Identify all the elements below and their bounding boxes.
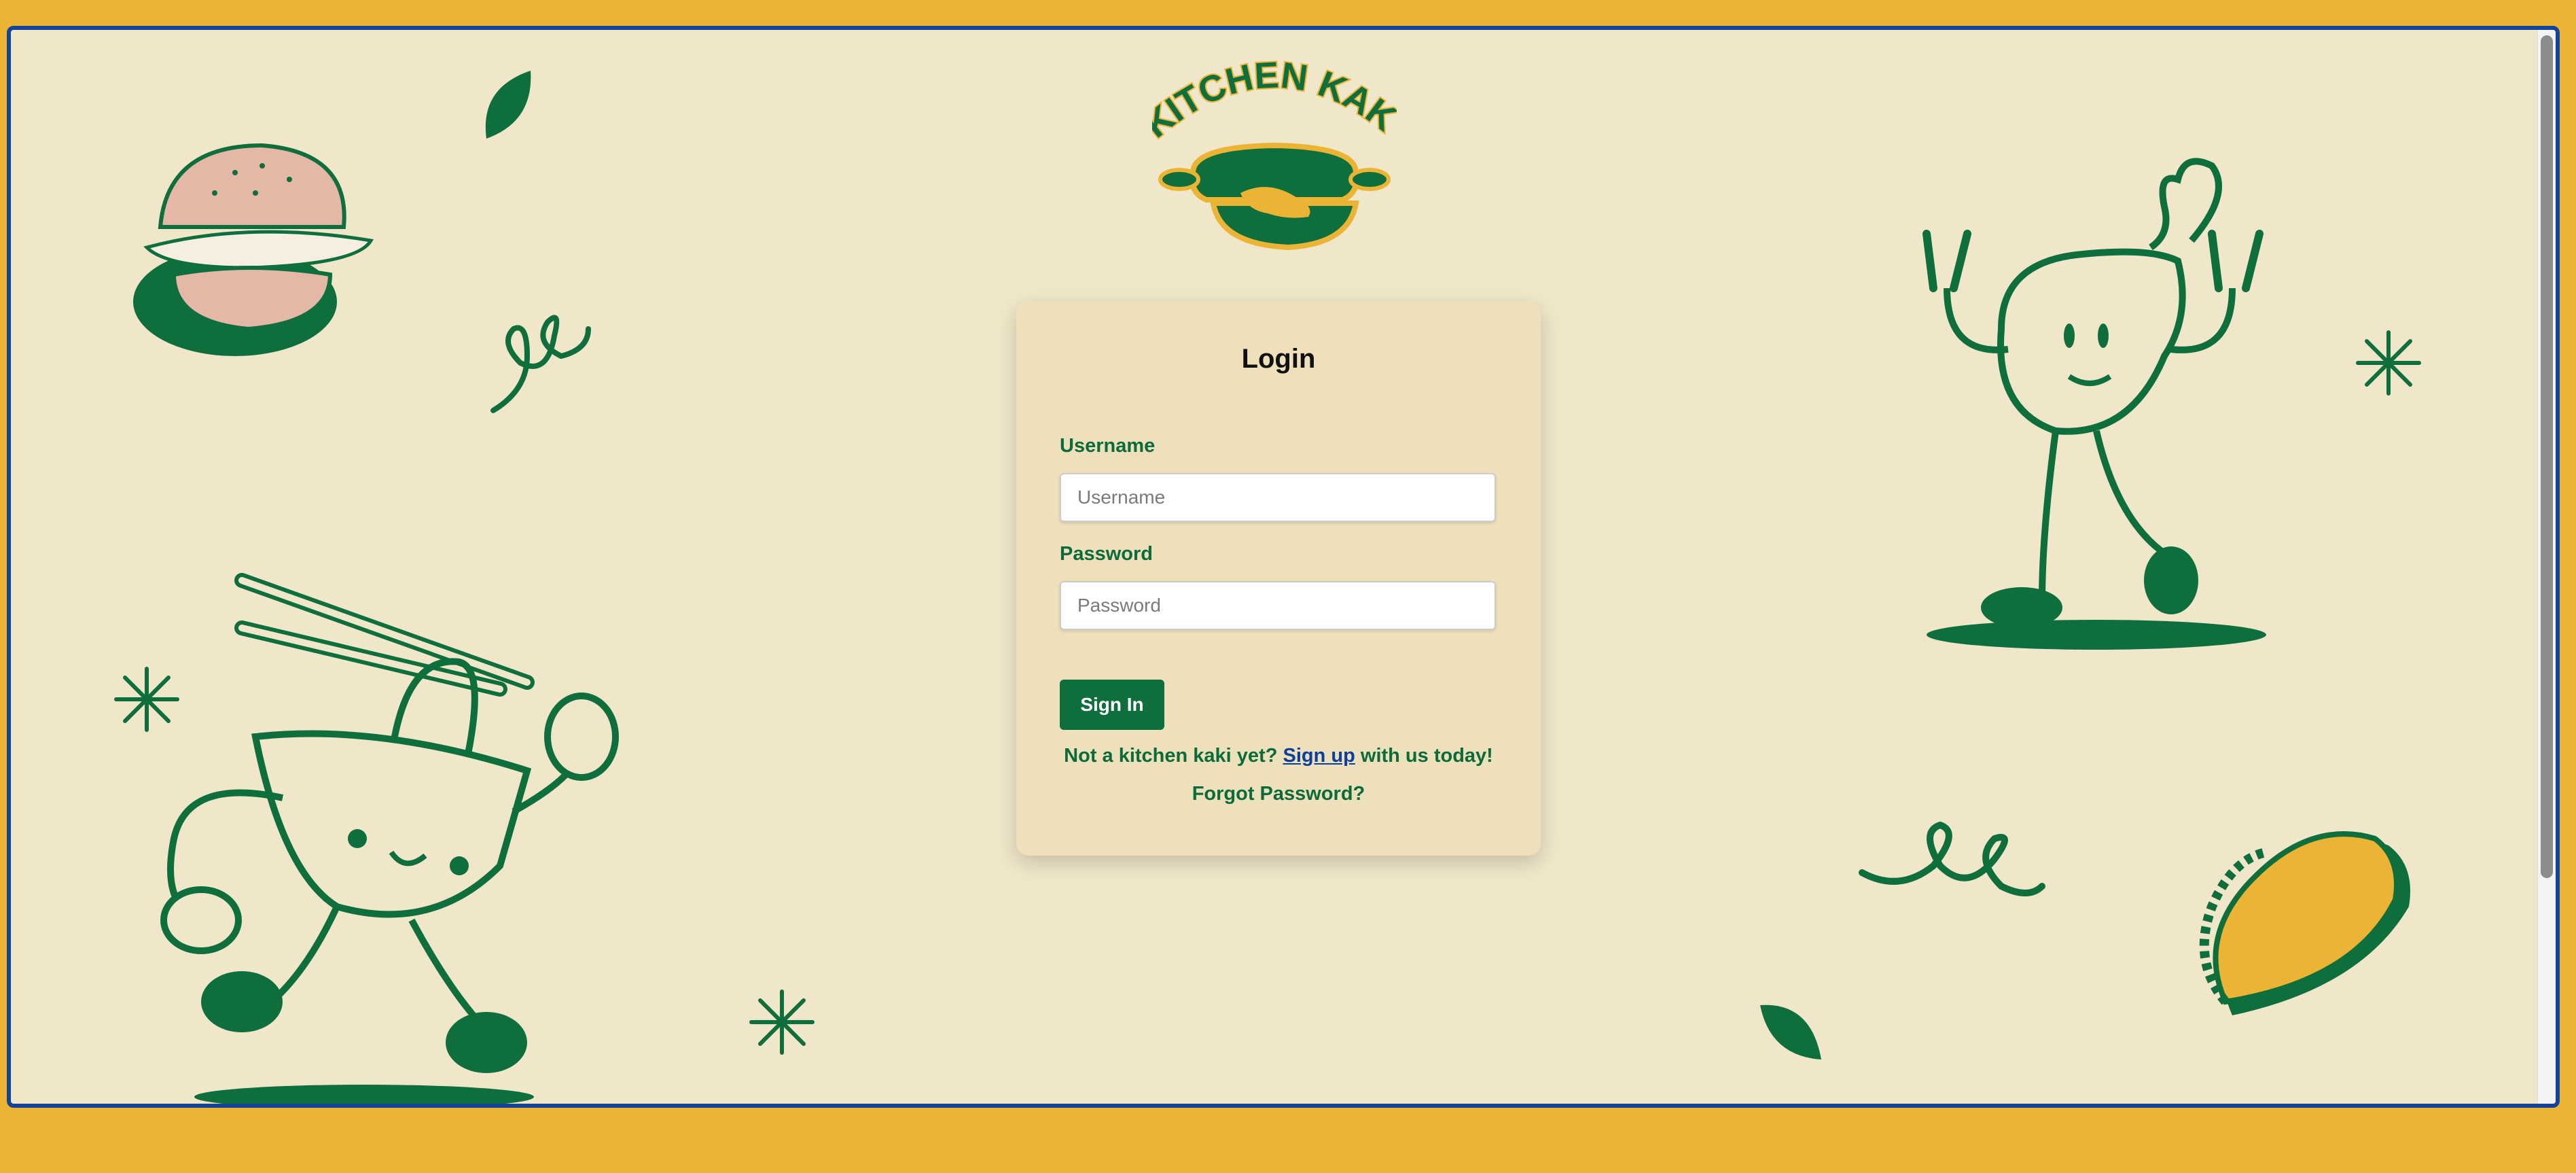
vertical-scrollbar[interactable] <box>2537 30 2556 1104</box>
leaf-icon <box>1760 1004 1821 1060</box>
logo-text: KITCHEN KAKI <box>1152 57 1397 147</box>
burger-icon <box>133 143 374 356</box>
password-input[interactable] <box>1060 581 1496 630</box>
scrollbar-thumb[interactable] <box>2541 35 2553 878</box>
browser-viewport: KITCHEN KAKI <box>7 26 2560 1108</box>
kitchen-kaki-logo: KITCHEN KAKI <box>1152 57 1397 251</box>
sparkle-icon <box>114 667 179 732</box>
signup-prompt-text: Not a kitchen kaki yet? <box>1064 745 1278 767</box>
signup-prompt: Not a kitchen kaki yet? Sign up with us … <box>1016 745 1541 767</box>
squiggle-icon <box>490 315 591 413</box>
squiggle-icon <box>1859 821 2045 896</box>
taco-icon <box>2199 831 2410 1015</box>
leaf-icon <box>485 71 531 139</box>
noodle-bowl-character-icon <box>160 573 619 1104</box>
sparkle-icon <box>2356 330 2421 396</box>
sign-in-button[interactable]: Sign In <box>1060 680 1164 730</box>
login-card: Login Username Password Sign In Not a ki… <box>1016 302 1541 856</box>
login-title: Login <box>1241 344 1316 374</box>
username-input[interactable] <box>1060 473 1496 522</box>
svg-text:KITCHEN KAKI: KITCHEN KAKI <box>1152 57 1397 145</box>
sign-up-link[interactable]: Sign up <box>1283 745 1355 767</box>
chicken-drumstick-character-icon <box>1922 158 2266 650</box>
username-label: Username <box>1060 435 1156 457</box>
signup-prompt-suffix: with us today! <box>1360 745 1493 767</box>
password-label: Password <box>1060 543 1153 565</box>
sparkle-icon <box>749 990 815 1055</box>
forgot-password-link[interactable]: Forgot Password? <box>1016 783 1541 805</box>
